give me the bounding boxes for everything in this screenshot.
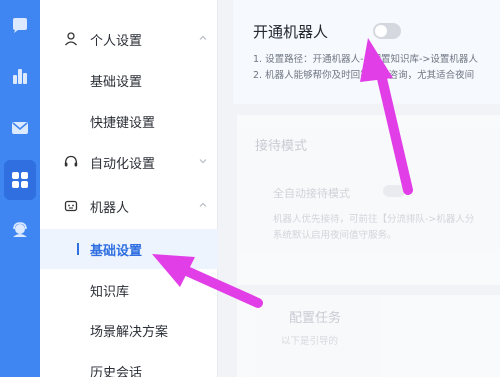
sidebar-item-label: 历史会话 [90,365,143,377]
auto-reception-label: 全自动接待模式 [273,187,350,200]
chevron-down-icon [199,159,207,164]
bar-chart-icon[interactable] [0,56,40,96]
settings-sidebar: 个人设置 基础设置 快捷键设置 自动化设置 机器人 基础设置 知识库 场景解决方… [40,0,218,377]
sidebar-item-scene-solutions[interactable]: 场景解决方案 [40,310,218,350]
robot-enable-card: 开通机器人 1. 设置路径：开通机器人->配置知识库->设置机器人 2. 机器人… [233,0,500,104]
sidebar-item-shortcut-settings[interactable]: 快捷键设置 [40,101,218,141]
mail-icon[interactable] [0,108,40,148]
config-task-card: 配置任务 以下是引导的 [237,295,500,377]
reception-mode-title: 接待模式 [255,139,308,154]
sidebar-group-label: 自动化设置 [90,156,156,172]
headset-icon [64,155,78,167]
sidebar-group-automation[interactable]: 自动化设置 [40,142,218,182]
apps-grid-icon[interactable] [4,160,36,200]
config-task-subtitle: 以下是引导的 [281,336,339,347]
robot-icon [64,200,78,212]
chat-bubble-icon[interactable] [0,6,40,46]
chevron-up-icon [199,202,207,207]
sidebar-group-robot[interactable]: 机器人 [40,186,218,226]
sidebar-item-label: 基础设置 [90,74,143,90]
chevron-up-icon [199,35,207,40]
sidebar-group-label: 机器人 [90,200,130,216]
main-content: 开通机器人 1. 设置路径：开通机器人->配置知识库->设置机器人 2. 机器人… [219,0,500,377]
sidebar-group-personal[interactable]: 个人设置 [40,19,218,59]
app-rail [0,0,40,377]
reception-desc-2: 系统默认启用夜间值守服务。 [273,230,397,241]
reception-desc-1: 机器人优先接待，可前往【分流排队->机器人分 [273,214,475,225]
robot-enable-title: 开通机器人 [253,23,329,41]
config-task-title: 配置任务 [289,311,342,326]
sidebar-item-robot-basic-settings[interactable]: 基础设置 [40,229,218,269]
reception-mode-card: 接待模式 全自动接待模式 机器人优先接待，可前往【分流排队->机器人分 系统默认… [237,115,500,285]
toggle-knob [375,25,387,37]
setup-note-1: 1. 设置路径：开通机器人->配置知识库->设置机器人 [253,54,478,65]
sidebar-item-basic-settings[interactable]: 基础设置 [40,60,218,100]
user-icon [65,32,77,46]
sidebar-item-label: 场景解决方案 [90,324,169,340]
sidebar-item-knowledge-base[interactable]: 知识库 [40,270,218,310]
sidebar-item-label: 基础设置 [90,243,143,259]
sidebar-item-label: 快捷键设置 [90,115,156,131]
sidebar-item-label: 知识库 [90,284,130,300]
robot-enable-toggle[interactable] [373,23,401,39]
sidebar-item-chat-history[interactable]: 历史会话 [40,351,218,377]
sidebar-group-label: 个人设置 [90,33,143,49]
agent-headset-icon[interactable] [0,210,40,250]
setup-note-2: 2. 机器人能够帮你及时回答买家咨询，尤其适合夜间 [253,70,475,81]
auto-reception-toggle[interactable] [383,185,405,197]
active-indicator [77,243,79,255]
